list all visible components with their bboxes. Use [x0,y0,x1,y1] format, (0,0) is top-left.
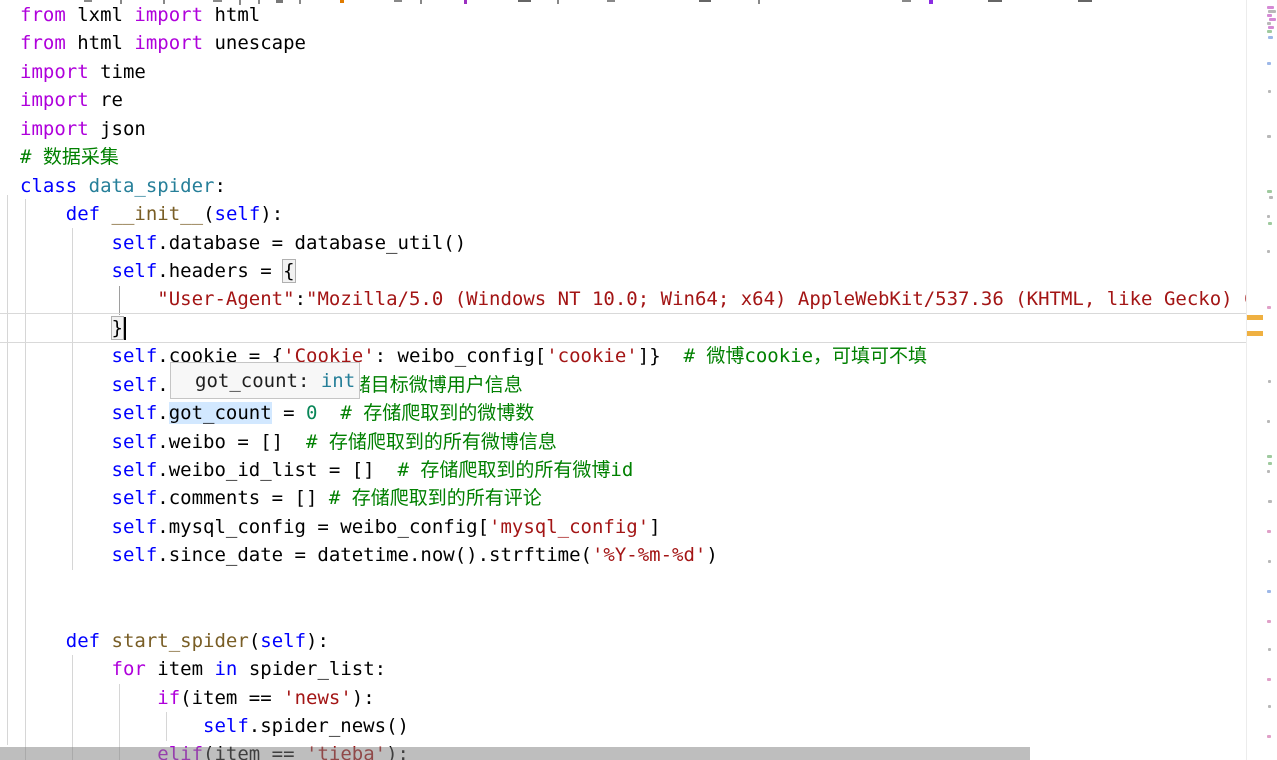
right-panel [1246,0,1277,760]
text-caret [124,317,126,340]
modified-line-marker [1247,331,1263,336]
code-line[interactable]: self.database = database_util() [20,229,1246,257]
code-line[interactable] [20,598,1246,626]
modified-line-marker [1247,315,1263,320]
code-line[interactable]: self.got_count = 0 # 存储爬取到的微博数 [20,399,1246,427]
code-line[interactable]: import time [20,58,1246,86]
code-line[interactable]: self.since_date = datetime.now().strftim… [20,541,1246,569]
code-line[interactable]: self.weibo = [] # 存储爬取到的所有微博信息 [20,428,1246,456]
code-line[interactable]: # 数据采集 [20,143,1246,171]
code-line[interactable]: import re [20,86,1246,114]
code-line[interactable]: import json [20,115,1246,143]
code-editor[interactable]: from lxml import html from html import un… [0,0,1277,760]
code-line[interactable]: if(item == 'news'): [20,684,1246,712]
hover-tooltip: got_count: int [170,362,360,399]
top-clipped-line [0,0,1246,6]
code-line[interactable]: self.mysql_config = weibo_config['mysql_… [20,513,1246,541]
code-line[interactable]: self.comments = [] # 存储爬取到的所有评论 [20,484,1246,512]
code-line[interactable]: } [20,314,1246,342]
code-line[interactable]: from html import unescape [20,29,1246,57]
horizontal-scrollbar[interactable] [0,746,1246,760]
scrollbar-thumb[interactable] [0,747,1030,760]
code-line[interactable]: self.weibo_id_list = [] # 存储爬取到的所有微博id [20,456,1246,484]
code-line[interactable]: self.spider_news() [20,712,1246,740]
code-line[interactable]: self.headers = { [20,257,1246,285]
code-line[interactable]: "User-Agent":"Mozilla/5.0 (Windows NT 10… [20,285,1246,313]
tooltip-symbol: got_count: [195,369,321,392]
code-line[interactable]: class data_spider: [20,172,1246,200]
code-line[interactable]: def __init__(self): [20,200,1246,228]
tooltip-type: int [320,369,356,392]
code-line[interactable]: def start_spider(self): [20,627,1246,655]
code-line[interactable] [20,570,1246,598]
code-line[interactable]: for item in spider_list: [20,655,1246,683]
